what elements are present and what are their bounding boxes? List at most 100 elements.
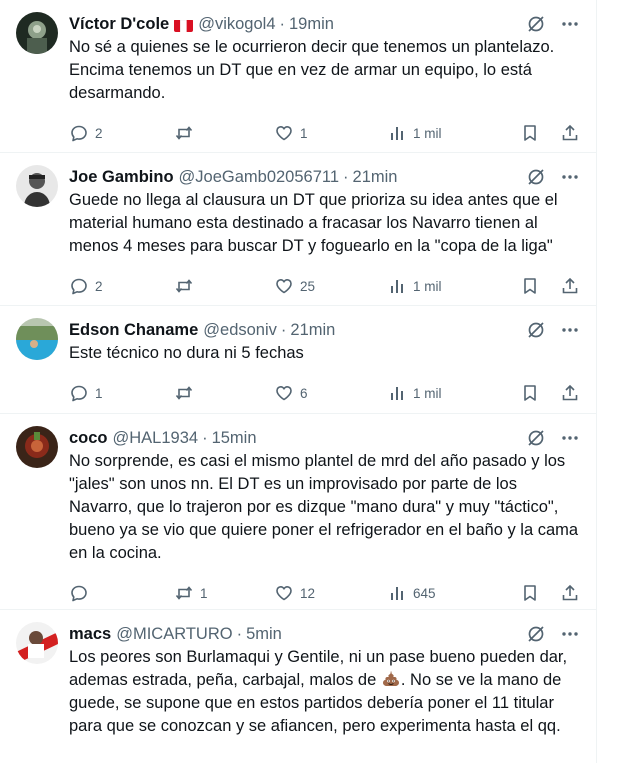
like-count: 1 [300, 125, 308, 141]
pile-of-poo-emoji [381, 669, 401, 689]
more-icon[interactable] [560, 320, 580, 340]
retweet-button[interactable] [174, 123, 274, 143]
tweet-header: Edson Chaname @edsoniv · 21min [69, 318, 580, 342]
reply-icon [69, 276, 89, 296]
reply-icon [69, 123, 89, 143]
separator-dot: · [236, 624, 243, 643]
more-icon[interactable] [560, 14, 580, 34]
views-count: 1 mil [413, 278, 442, 294]
display-name[interactable]: Joe Gambino [69, 168, 174, 187]
share-icon[interactable] [560, 123, 580, 143]
more-icon[interactable] [560, 624, 580, 644]
tweet[interactable]: Víctor D'cole @vikogol4 · 19min No sé a … [0, 0, 596, 153]
like-count: 6 [300, 385, 308, 401]
reply-count: 1 [95, 385, 103, 401]
heart-icon [274, 583, 294, 603]
tweet-header: coco @HAL1934 · 15min [69, 426, 580, 450]
separator-dot: · [343, 167, 349, 186]
more-icon[interactable] [560, 167, 580, 187]
timestamp[interactable]: 21min [353, 168, 398, 187]
retweet-count: 1 [200, 585, 208, 601]
tweet[interactable]: coco @HAL1934 · 15min No sorprende, es c… [0, 414, 596, 610]
tweet-text: No sorprende, es casi el mismo plantel d… [69, 452, 583, 562]
tweet-text: Este técnico no dura ni 5 fechas [69, 344, 304, 362]
views-button[interactable]: 1 mil [389, 384, 509, 402]
avatar[interactable] [16, 426, 58, 468]
tweet-header: macs @MICARTURO · 5min [69, 622, 580, 646]
views-icon [389, 584, 407, 602]
views-count: 1 mil [413, 125, 442, 141]
separator-dot: · [279, 14, 286, 33]
timestamp[interactable]: 15min [212, 429, 257, 448]
retweet-button[interactable] [174, 276, 274, 296]
like-button[interactable]: 25 [274, 276, 389, 296]
action-bar: 2 1 1 mil [69, 116, 580, 150]
like-button[interactable]: 12 [274, 583, 389, 603]
retweet-icon [174, 383, 194, 403]
heart-icon [274, 276, 294, 296]
avatar[interactable] [16, 622, 58, 664]
timestamp[interactable]: 19min [289, 15, 334, 34]
bookmark-icon[interactable] [520, 383, 540, 403]
like-count: 12 [300, 585, 316, 601]
reply-count: 2 [95, 125, 103, 141]
user-handle[interactable]: @HAL1934 [113, 429, 199, 448]
user-handle[interactable]: @vikogol4 [198, 15, 275, 34]
bookmark-icon[interactable] [520, 583, 540, 603]
views-icon [389, 277, 407, 295]
views-icon [389, 124, 407, 142]
bookmark-icon[interactable] [520, 276, 540, 296]
tweet-header: Joe Gambino @JoeGamb02056711 · 21min [69, 165, 580, 189]
timestamp[interactable]: 5min [246, 625, 282, 644]
replies-feed: Víctor D'cole @vikogol4 · 19min No sé a … [0, 0, 597, 763]
retweet-icon [174, 276, 194, 296]
peru-flag-icon [174, 19, 194, 32]
tweet-text: Guede no llega al clausura un DT que pri… [69, 191, 563, 255]
action-bar: 2 25 1 mil [69, 269, 580, 303]
display-name[interactable]: macs [69, 625, 111, 644]
separator-dot: · [202, 428, 208, 447]
reply-count: 2 [95, 278, 103, 294]
tweet[interactable]: Joe Gambino @JoeGamb02056711 · 21min Gue… [0, 153, 596, 306]
retweet-button[interactable]: 1 [174, 583, 274, 603]
timestamp[interactable]: 21min [290, 321, 335, 340]
display-name[interactable]: Edson Chaname [69, 321, 198, 340]
user-handle[interactable]: @edsoniv [203, 321, 277, 340]
tweet[interactable]: Edson Chaname @edsoniv · 21min Este técn… [0, 306, 596, 414]
more-icon[interactable] [560, 428, 580, 448]
grok-icon[interactable] [526, 14, 546, 34]
display-name[interactable]: Víctor D'cole [69, 15, 169, 34]
tweet-header: Víctor D'cole @vikogol4 · 19min [69, 12, 580, 36]
bookmark-icon[interactable] [520, 123, 540, 143]
share-icon[interactable] [560, 583, 580, 603]
avatar[interactable] [16, 165, 58, 207]
share-icon[interactable] [560, 383, 580, 403]
views-button[interactable]: 1 mil [389, 277, 509, 295]
grok-icon[interactable] [526, 428, 546, 448]
grok-icon[interactable] [526, 320, 546, 340]
like-count: 25 [300, 278, 316, 294]
views-count: 645 [413, 585, 436, 601]
views-button[interactable]: 645 [389, 584, 509, 602]
tweet-text: Los peores son Burlamaqui y Gentile, ni … [69, 646, 580, 738]
like-button[interactable]: 6 [274, 383, 389, 403]
reply-button[interactable]: 2 [69, 276, 174, 296]
heart-icon [274, 383, 294, 403]
reply-button[interactable] [69, 583, 174, 603]
grok-icon[interactable] [526, 167, 546, 187]
reply-button[interactable]: 1 [69, 383, 174, 403]
views-button[interactable]: 1 mil [389, 124, 509, 142]
avatar[interactable] [16, 12, 58, 54]
reply-button[interactable]: 2 [69, 123, 174, 143]
user-handle[interactable]: @MICARTURO [116, 625, 232, 644]
user-handle[interactable]: @JoeGamb02056711 [179, 168, 339, 187]
grok-icon[interactable] [526, 624, 546, 644]
tweet[interactable]: macs @MICARTURO · 5min Los peores son Bu… [0, 610, 596, 763]
like-button[interactable]: 1 [274, 123, 389, 143]
display-name[interactable]: coco [69, 429, 108, 448]
avatar[interactable] [16, 318, 58, 360]
share-icon[interactable] [560, 276, 580, 296]
reply-icon [69, 383, 89, 403]
action-bar: 1 6 1 mil [69, 376, 580, 410]
retweet-button[interactable] [174, 383, 274, 403]
